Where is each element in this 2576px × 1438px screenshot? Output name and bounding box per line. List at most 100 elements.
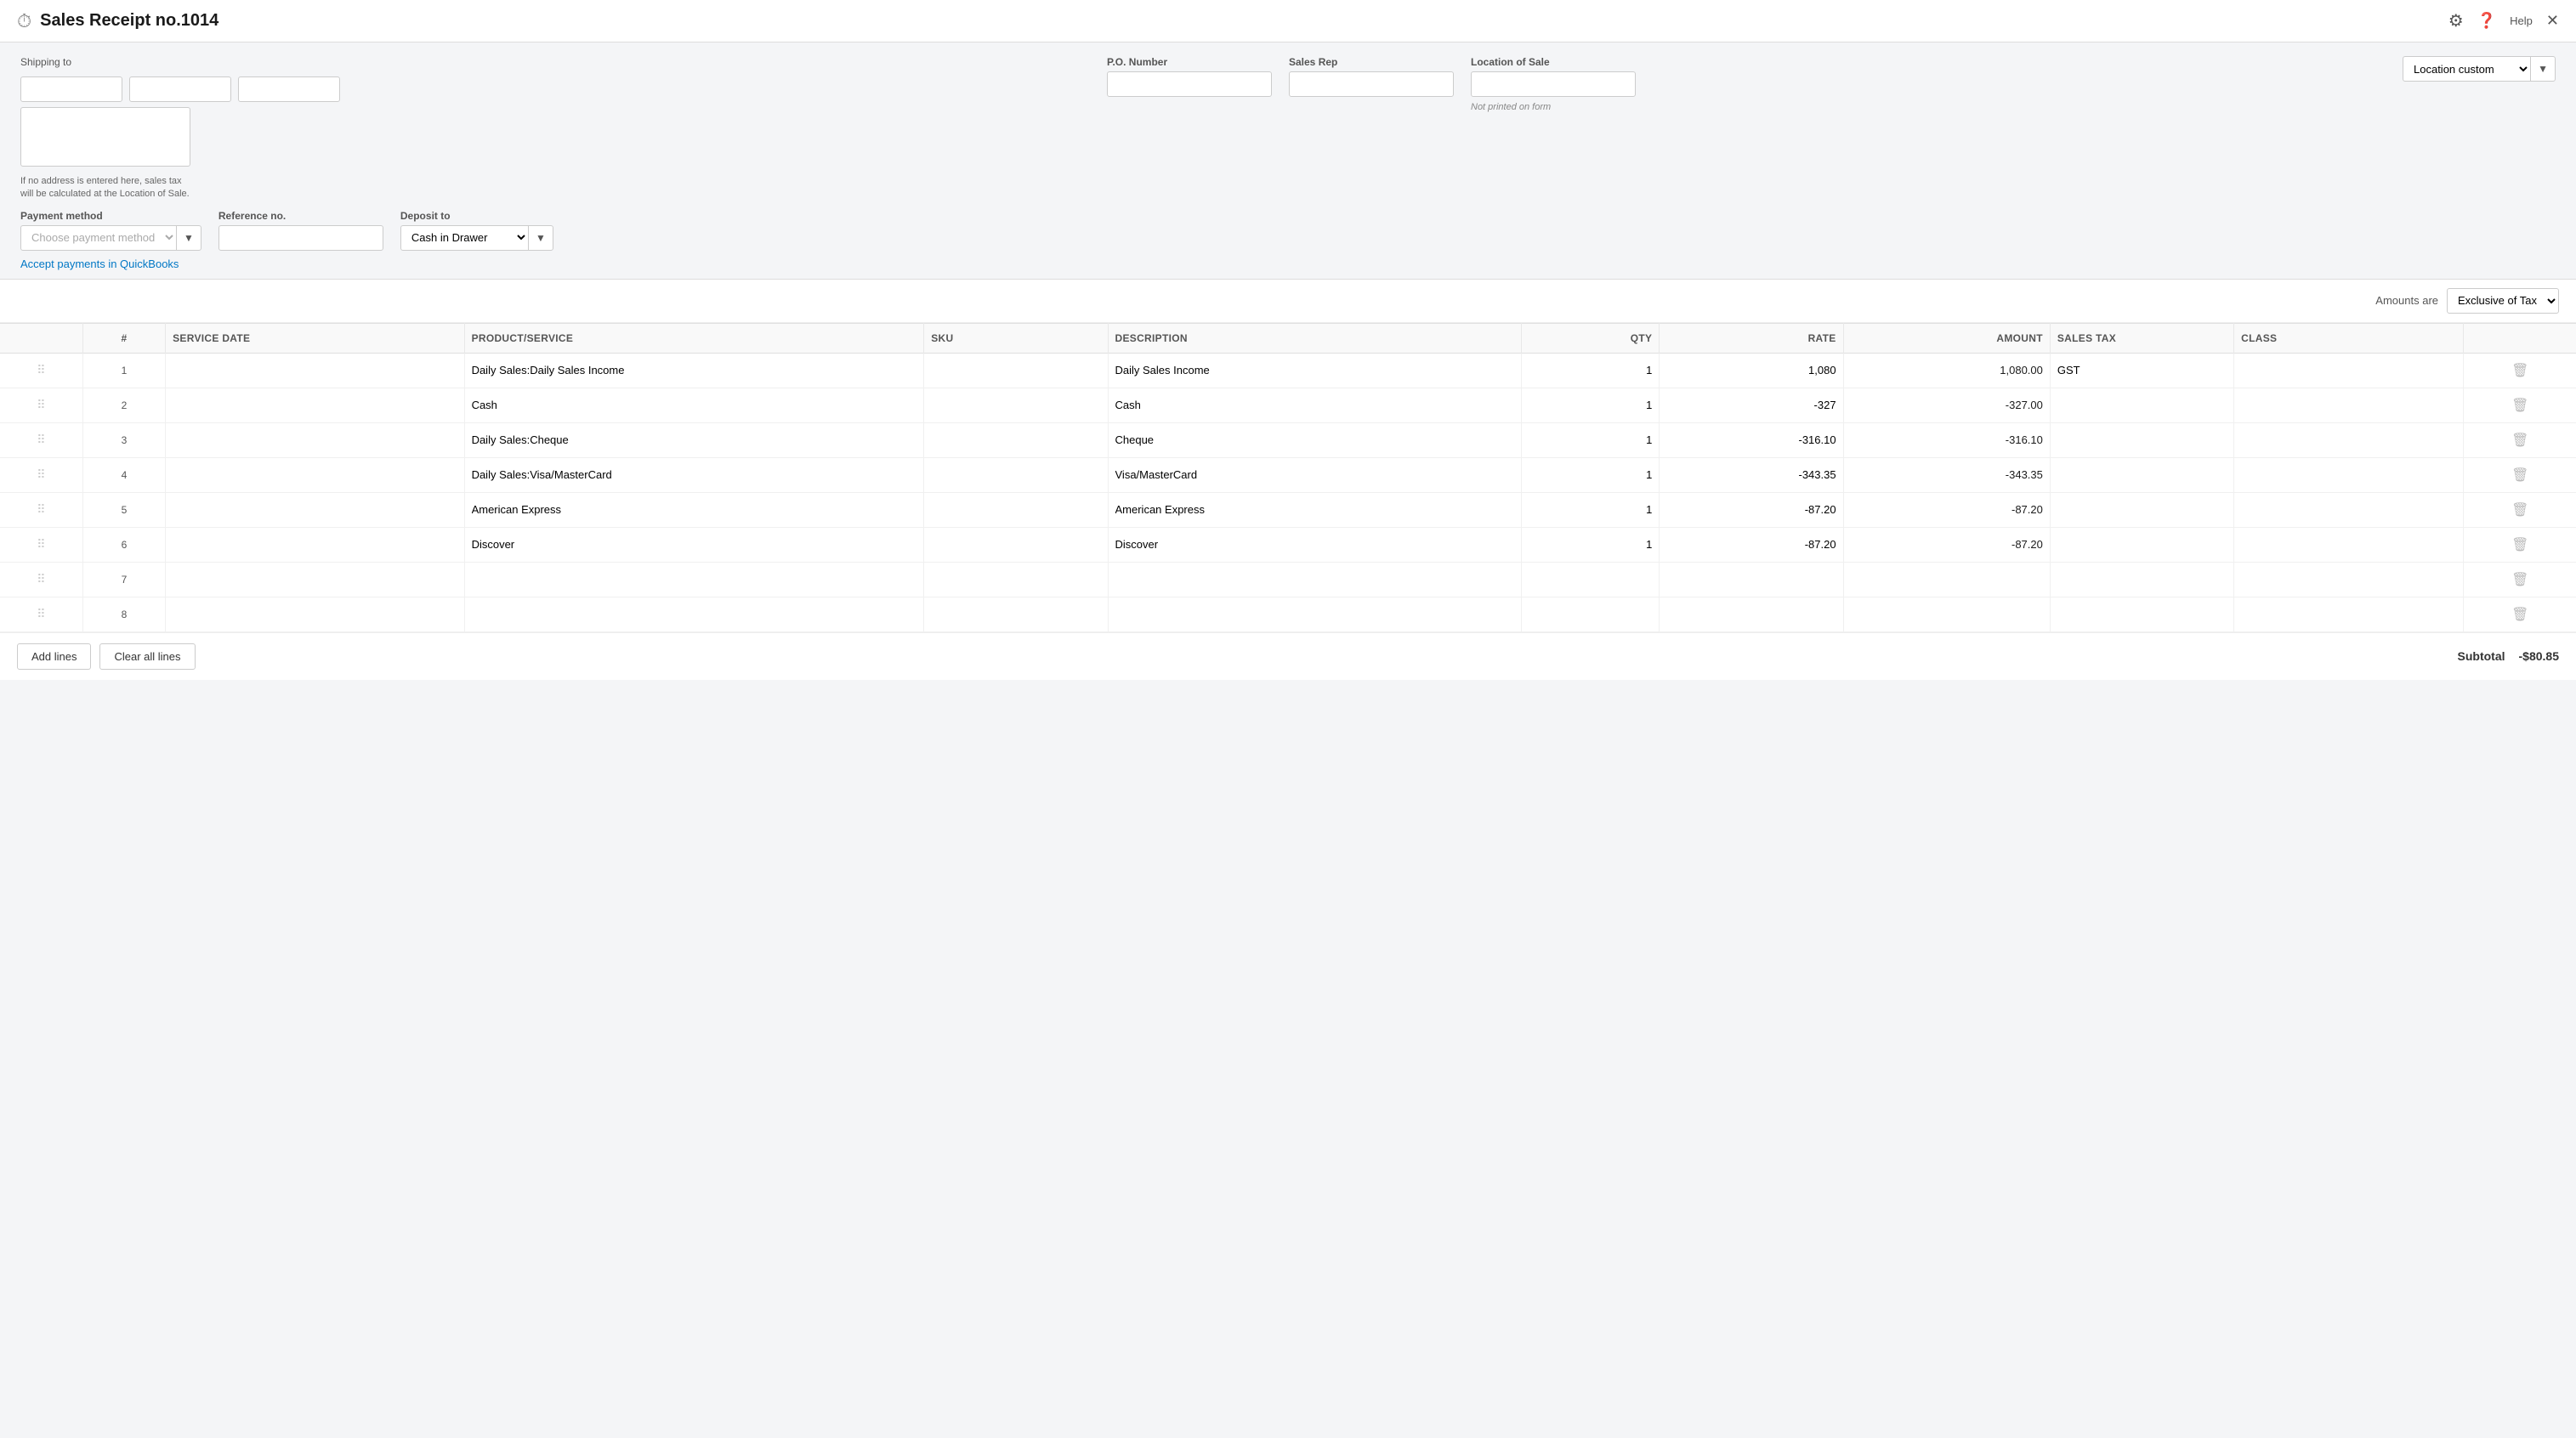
sales-tax-cell[interactable] xyxy=(2050,492,2233,527)
add-lines-button[interactable]: Add lines xyxy=(17,643,91,670)
delete-cell[interactable]: 🗑 xyxy=(2464,388,2576,422)
reference-input[interactable] xyxy=(218,225,383,251)
delete-cell[interactable]: 🗑 xyxy=(2464,422,2576,457)
delete-cell[interactable]: 🗑 xyxy=(2464,457,2576,492)
class-cell[interactable] xyxy=(2234,457,2464,492)
location-select[interactable]: Location custom xyxy=(2403,62,2530,76)
amounts-select[interactable]: Exclusive of Tax Inclusive of Tax xyxy=(2447,288,2559,314)
delete-row-button[interactable]: 🗑 xyxy=(2506,604,2533,625)
deposit-select[interactable]: Cash in Drawer xyxy=(401,230,528,245)
sku-cell[interactable] xyxy=(924,457,1108,492)
drag-handle[interactable]: ⠿ xyxy=(0,353,82,388)
qty-cell[interactable] xyxy=(1522,388,1660,422)
shipping-input-1[interactable] xyxy=(20,76,122,102)
rate-cell[interactable] xyxy=(1660,388,1843,422)
qty-cell[interactable] xyxy=(1522,422,1660,457)
class-cell[interactable] xyxy=(2234,597,2464,631)
delete-row-button[interactable]: 🗑 xyxy=(2506,430,2533,450)
help-label[interactable]: Help xyxy=(2510,14,2533,27)
delete-row-button[interactable]: 🗑 xyxy=(2506,360,2533,381)
service-date-cell[interactable] xyxy=(166,457,464,492)
sales-tax-cell[interactable] xyxy=(2050,597,2233,631)
payment-method-select[interactable]: Choose payment method Cash Check Credit … xyxy=(21,230,176,245)
class-cell[interactable] xyxy=(2234,527,2464,562)
service-date-cell[interactable] xyxy=(166,388,464,422)
delete-cell[interactable]: 🗑 xyxy=(2464,562,2576,597)
sales-tax-cell[interactable] xyxy=(2050,388,2233,422)
close-icon[interactable]: ✕ xyxy=(2546,12,2559,30)
product-service-cell[interactable] xyxy=(464,422,924,457)
delete-row-button[interactable]: 🗑 xyxy=(2506,535,2533,555)
sku-cell[interactable] xyxy=(924,562,1108,597)
description-cell[interactable] xyxy=(1108,597,1522,631)
product-service-cell[interactable] xyxy=(464,388,924,422)
settings-icon[interactable]: ⚙ xyxy=(2448,10,2464,31)
qty-cell[interactable] xyxy=(1522,457,1660,492)
product-service-cell[interactable] xyxy=(464,353,924,388)
product-service-cell[interactable] xyxy=(464,562,924,597)
product-service-cell[interactable] xyxy=(464,527,924,562)
qty-cell[interactable] xyxy=(1522,527,1660,562)
rate-cell[interactable] xyxy=(1660,353,1843,388)
rate-cell[interactable] xyxy=(1660,562,1843,597)
description-cell[interactable] xyxy=(1108,353,1522,388)
sales-tax-cell[interactable] xyxy=(2050,527,2233,562)
help-icon[interactable]: ❓ xyxy=(2477,12,2496,30)
accept-payments-link[interactable]: Accept payments in QuickBooks xyxy=(20,258,179,270)
service-date-cell[interactable] xyxy=(166,597,464,631)
qty-cell[interactable] xyxy=(1522,353,1660,388)
deposit-dropdown[interactable]: Cash in Drawer ▼ xyxy=(400,225,553,251)
description-cell[interactable] xyxy=(1108,388,1522,422)
delete-cell[interactable]: 🗑 xyxy=(2464,597,2576,631)
sales-tax-cell[interactable] xyxy=(2050,457,2233,492)
drag-handle[interactable]: ⠿ xyxy=(0,457,82,492)
service-date-cell[interactable] xyxy=(166,353,464,388)
shipping-address-textarea[interactable] xyxy=(20,107,190,167)
description-cell[interactable] xyxy=(1108,457,1522,492)
sales-tax-cell[interactable] xyxy=(2050,422,2233,457)
class-cell[interactable] xyxy=(2234,388,2464,422)
drag-handle[interactable]: ⠿ xyxy=(0,422,82,457)
service-date-cell[interactable] xyxy=(166,527,464,562)
payment-method-dropdown[interactable]: Choose payment method Cash Check Credit … xyxy=(20,225,201,251)
class-cell[interactable] xyxy=(2234,422,2464,457)
drag-handle[interactable]: ⠿ xyxy=(0,527,82,562)
product-service-cell[interactable] xyxy=(464,492,924,527)
rate-cell[interactable] xyxy=(1660,492,1843,527)
qty-cell[interactable] xyxy=(1522,562,1660,597)
description-cell[interactable] xyxy=(1108,527,1522,562)
service-date-cell[interactable] xyxy=(166,562,464,597)
delete-row-button[interactable]: 🗑 xyxy=(2506,500,2533,520)
class-cell[interactable] xyxy=(2234,562,2464,597)
service-date-cell[interactable] xyxy=(166,492,464,527)
description-cell[interactable] xyxy=(1108,492,1522,527)
delete-row-button[interactable]: 🗑 xyxy=(2506,395,2533,416)
delete-cell[interactable]: 🗑 xyxy=(2464,353,2576,388)
rate-cell[interactable] xyxy=(1660,422,1843,457)
product-service-cell[interactable] xyxy=(464,457,924,492)
service-date-cell[interactable] xyxy=(166,422,464,457)
qty-cell[interactable] xyxy=(1522,597,1660,631)
delete-cell[interactable]: 🗑 xyxy=(2464,527,2576,562)
location-of-sale-input[interactable] xyxy=(1471,71,1636,97)
rate-cell[interactable] xyxy=(1660,527,1843,562)
shipping-input-3[interactable] xyxy=(238,76,340,102)
delete-cell[interactable]: 🗑 xyxy=(2464,492,2576,527)
delete-row-button[interactable]: 🗑 xyxy=(2506,569,2533,590)
sku-cell[interactable] xyxy=(924,422,1108,457)
location-dropdown[interactable]: Location custom ▼ xyxy=(2403,56,2556,82)
sku-cell[interactable] xyxy=(924,597,1108,631)
drag-handle[interactable]: ⠿ xyxy=(0,597,82,631)
description-cell[interactable] xyxy=(1108,562,1522,597)
sales-tax-cell[interactable] xyxy=(2050,562,2233,597)
drag-handle[interactable]: ⠿ xyxy=(0,492,82,527)
class-cell[interactable] xyxy=(2234,492,2464,527)
delete-row-button[interactable]: 🗑 xyxy=(2506,465,2533,485)
shipping-input-2[interactable] xyxy=(129,76,231,102)
sku-cell[interactable] xyxy=(924,492,1108,527)
product-service-cell[interactable] xyxy=(464,597,924,631)
sku-cell[interactable] xyxy=(924,388,1108,422)
class-cell[interactable] xyxy=(2234,353,2464,388)
rate-cell[interactable] xyxy=(1660,457,1843,492)
po-number-input[interactable] xyxy=(1107,71,1272,97)
